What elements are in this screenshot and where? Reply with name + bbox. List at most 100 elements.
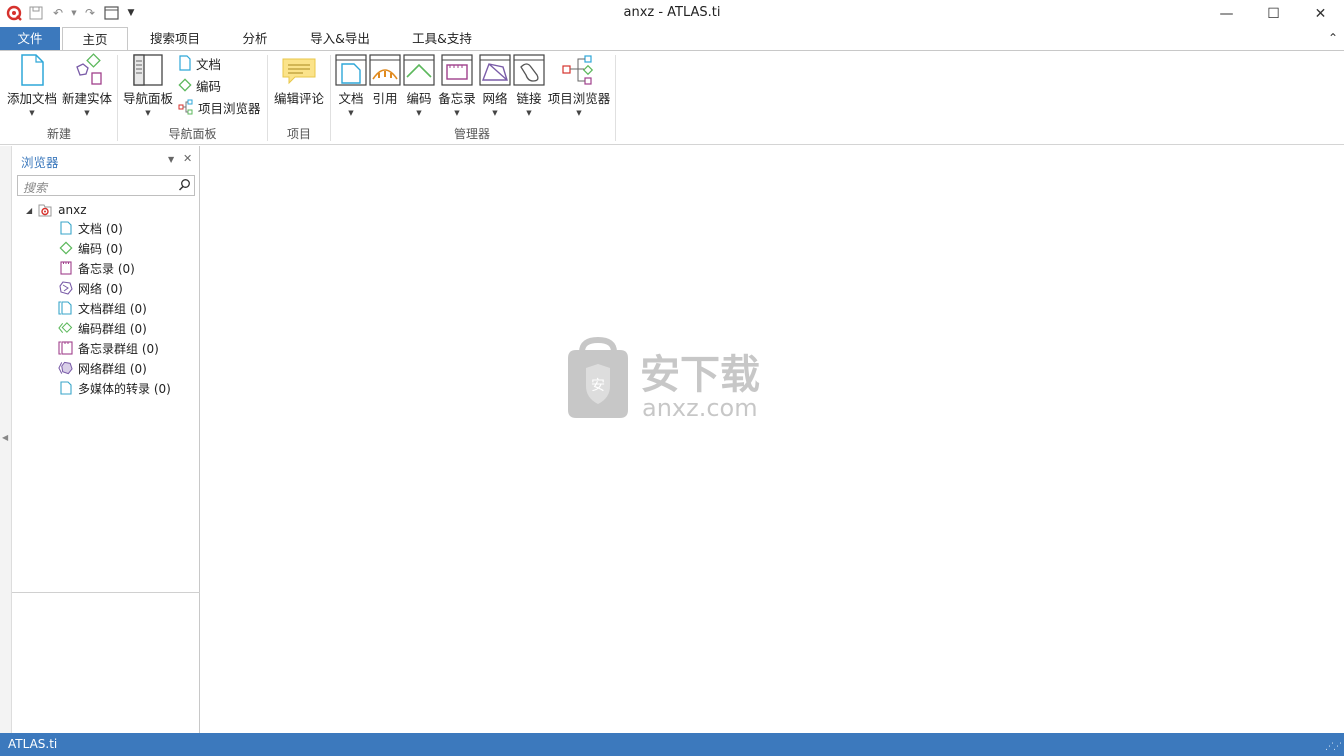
project-browser-manager-button[interactable]: 项目浏览器 ▼ (547, 53, 611, 117)
link-manager-button[interactable]: 链接 ▼ (511, 53, 547, 117)
memo-group-icon (58, 341, 73, 356)
browser-pane: 浏览器 ▼ ✕ 搜索 ◢ anxz 文档 (0) 编码 (0) 备忘录 (0) (12, 146, 200, 733)
watermark-en-text: anxz.com (642, 394, 758, 420)
group-label-new: 新建 (46, 127, 71, 141)
tree-root-label: anxz (58, 203, 87, 217)
pane-splitter[interactable] (12, 592, 200, 593)
dropdown-arrow-icon: ▼ (526, 109, 532, 117)
tree-item-document-groups[interactable]: 文档群组 (0) (58, 298, 147, 318)
dropdown-arrow-icon: ▼ (145, 109, 151, 117)
document-icon (179, 55, 191, 71)
document-manager-button[interactable]: 文档 ▼ (333, 53, 369, 117)
tree-item-memo-groups[interactable]: 备忘录群组 (0) (58, 338, 159, 358)
status-bar: ATLAS.ti ⋰⋰ (0, 733, 1344, 756)
dropdown-arrow-icon: ▼ (454, 109, 460, 117)
ribbon: 添加文档 ▼ 新建实体 ▼ 新建 导航面板 ▼ 文档 编码 项目浏览器 导航面板… (0, 50, 1344, 145)
tree-item-networks[interactable]: 网络 (0) (58, 278, 123, 298)
memo-icon (58, 261, 73, 276)
document-icon (58, 221, 73, 236)
quotation-manager-button[interactable]: 引用 (367, 53, 403, 107)
collapse-ribbon-icon[interactable]: ⌃ (1328, 31, 1338, 45)
code-manager-icon (401, 53, 437, 87)
tree-item-code-groups[interactable]: 编码群组 (0) (58, 318, 147, 338)
dropdown-arrow-icon: ▼ (492, 109, 498, 117)
document-group-icon (58, 301, 73, 316)
tree-item-documents[interactable]: 文档 (0) (58, 218, 123, 238)
code-manager-button[interactable]: 编码 ▼ (401, 53, 437, 117)
tab-tools-support[interactable]: 工具&支持 (402, 27, 482, 51)
nav-codes-button[interactable]: 编码 (178, 75, 221, 95)
network-group-icon (58, 361, 73, 376)
navigation-panel-icon (130, 53, 166, 87)
memo-manager-button[interactable]: 备忘录 ▼ (436, 53, 478, 117)
browser-pane-header: 浏览器 ▼ ✕ (12, 146, 200, 172)
project-browser-icon (561, 53, 597, 87)
expand-left-icon[interactable]: ◀ (2, 433, 8, 442)
group-separator (615, 55, 616, 141)
ribbon-tabs: 文件 主页 搜索项目 分析 导入&导出 工具&支持 (0, 27, 1344, 52)
watermark-badge-text: 安 (591, 378, 605, 394)
add-document-icon (14, 53, 50, 87)
network-icon (58, 281, 73, 296)
document-manager-icon (333, 53, 369, 87)
project-browser-icon (178, 99, 193, 115)
dropdown-arrow-icon: ▼ (348, 109, 354, 117)
group-label-project: 项目 (286, 127, 311, 141)
tab-search-project[interactable]: 搜索项目 (140, 27, 210, 51)
dropdown-arrow-icon: ▼ (84, 109, 90, 117)
quotation-manager-icon (367, 53, 403, 87)
watermark-cn-text: 安下载 (640, 352, 760, 398)
browser-search-input[interactable]: 搜索 (17, 175, 195, 196)
pane-menu-icon[interactable]: ▼ (168, 155, 174, 164)
browser-title: 浏览器 (21, 155, 59, 170)
tab-import-export[interactable]: 导入&导出 (300, 27, 380, 51)
dropdown-arrow-icon: ▼ (416, 109, 422, 117)
code-group-icon (58, 321, 73, 336)
title-bar: ↶ ▼ ↷ ▼ anxz - ATLAS.ti — ☐ ✕ (0, 0, 1344, 27)
dropdown-arrow-icon: ▼ (29, 109, 35, 117)
window-controls: — ☐ ✕ (1203, 0, 1344, 27)
watermark: 安 安下载 anxz.com (564, 336, 804, 422)
tree-expand-icon[interactable]: ◢ (26, 206, 32, 215)
search-icon[interactable] (178, 178, 191, 194)
tree-item-network-groups[interactable]: 网络群组 (0) (58, 358, 147, 378)
memo-manager-icon (439, 53, 475, 87)
tab-home[interactable]: 主页 (62, 27, 128, 52)
group-separator (117, 55, 118, 141)
main-workspace: 安 安下载 anxz.com (201, 146, 1344, 733)
group-separator (330, 55, 331, 141)
side-collapse-strip[interactable]: ◀ (0, 146, 12, 733)
comment-icon (281, 53, 317, 87)
minimize-icon[interactable]: — (1203, 0, 1250, 27)
tree-item-multimedia-transcripts[interactable]: 多媒体的转录 (0) (58, 378, 171, 398)
network-manager-icon (477, 53, 513, 87)
pane-close-icon[interactable]: ✕ (183, 152, 192, 165)
edit-comment-button[interactable]: 编辑评论 (272, 53, 326, 107)
group-separator (267, 55, 268, 141)
nav-project-browser-button[interactable]: 项目浏览器 (178, 97, 261, 117)
group-label-manager: 管理器 (453, 127, 490, 141)
nav-documents-button[interactable]: 文档 (178, 53, 221, 73)
new-entity-button[interactable]: 新建实体 ▼ (60, 53, 114, 117)
transcript-icon (58, 381, 73, 396)
tree-item-codes[interactable]: 编码 (0) (58, 238, 123, 258)
project-icon (38, 204, 52, 217)
network-manager-button[interactable]: 网络 ▼ (477, 53, 513, 117)
tab-analysis[interactable]: 分析 (230, 27, 280, 51)
resize-grip-icon[interactable]: ⋰⋰ (1325, 742, 1342, 752)
window-title: anxz - ATLAS.ti (623, 5, 721, 20)
close-icon[interactable]: ✕ (1297, 0, 1344, 27)
status-text: ATLAS.ti (8, 737, 58, 751)
add-document-button[interactable]: 添加文档 ▼ (4, 53, 60, 117)
tree-root-project[interactable]: ◢ anxz (26, 200, 87, 220)
group-label-nav: 导航面板 (168, 127, 217, 141)
maximize-icon[interactable]: ☐ (1250, 0, 1297, 27)
code-icon (58, 241, 73, 256)
tab-file[interactable]: 文件 (0, 27, 60, 51)
link-manager-icon (511, 53, 547, 87)
code-icon (178, 78, 192, 92)
dropdown-arrow-icon: ▼ (576, 109, 582, 117)
tree-item-memos[interactable]: 备忘录 (0) (58, 258, 135, 278)
navigation-panel-button[interactable]: 导航面板 ▼ (122, 53, 174, 117)
new-entity-icon (69, 53, 105, 87)
